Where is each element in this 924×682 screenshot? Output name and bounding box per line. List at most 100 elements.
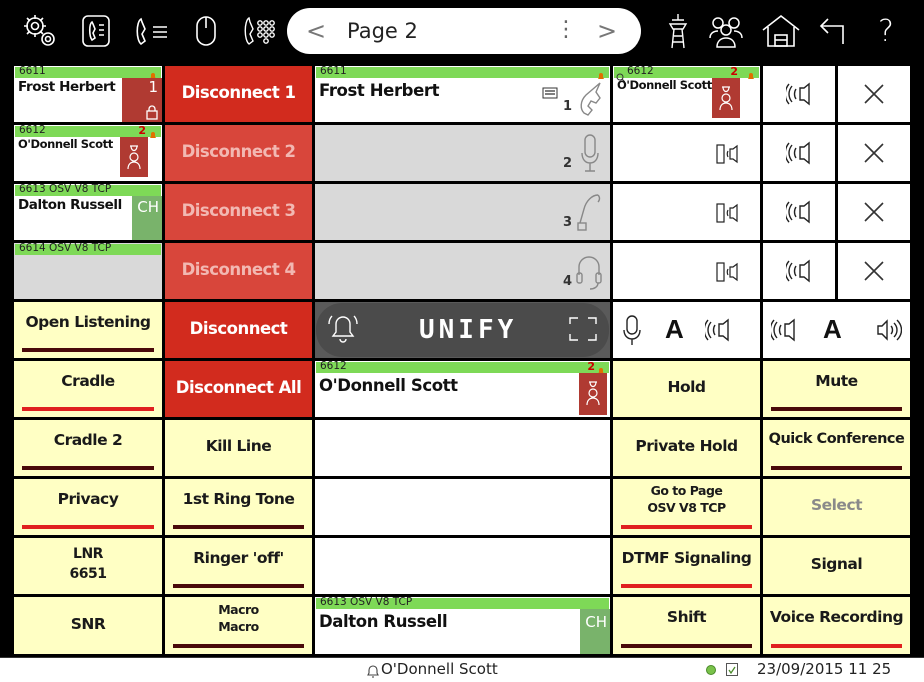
empty-line-slot[interactable]	[315, 538, 610, 594]
microphone-icon	[580, 133, 600, 177]
line-key-4[interactable]: 6614 OSV V8 TCP	[14, 243, 162, 299]
text-size-label: A	[823, 314, 842, 344]
conference-line-key[interactable]: 6612 O'Donnell Scott 2	[613, 66, 760, 122]
person-icon	[586, 381, 600, 406]
disconnect-1-button[interactable]: Disconnect 1	[165, 66, 312, 122]
first-ring-tone-button[interactable]: 1st Ring Tone	[165, 479, 312, 535]
line-name: O'Donnell Scott	[18, 137, 113, 151]
handset-line-3[interactable]: 3	[315, 184, 610, 240]
signal-button[interactable]: Signal	[763, 538, 910, 594]
speaker-small-icon	[716, 202, 742, 228]
cradle-button[interactable]: Cradle	[14, 361, 162, 417]
dtmf-signaling-button[interactable]: DTMF Signaling	[613, 538, 760, 594]
page-selector: < Page 2 ⋮ >	[287, 8, 641, 54]
settings-icon[interactable]	[18, 0, 62, 62]
speaker-button[interactable]	[763, 184, 835, 240]
close-button[interactable]	[838, 243, 910, 299]
home-icon[interactable]	[756, 0, 806, 62]
brand-panel: UNIFY	[315, 302, 610, 358]
dialpad-icon[interactable]	[236, 0, 284, 62]
disconnect-3-button[interactable]: Disconnect 3	[165, 184, 312, 240]
disconnect-all-button[interactable]: Disconnect All	[165, 361, 312, 417]
lock-icon	[146, 105, 158, 120]
line-number: 6613 OSV V8 TCP	[320, 597, 413, 608]
privacy-button[interactable]: Privacy	[14, 479, 162, 535]
quick-conference-button[interactable]: Quick Conference	[763, 420, 910, 476]
next-page-button[interactable]: >	[592, 8, 622, 54]
tower-icon[interactable]	[658, 0, 698, 62]
line-name: O'Donnell Scott	[319, 376, 458, 395]
close-button[interactable]	[838, 66, 910, 122]
speaker-button[interactable]	[763, 66, 835, 122]
line-key-2[interactable]: 6612 O'Donnell Scott 2	[14, 125, 162, 181]
handset-line-2[interactable]: 2	[315, 125, 610, 181]
handset-line-1[interactable]: 6611 Frost Herbert 1	[315, 66, 610, 122]
status-bar: O'Donnell Scott 23/09/2015 11 25	[0, 657, 924, 682]
line-name: Frost Herbert	[319, 81, 440, 100]
close-icon	[838, 66, 910, 122]
speaker-button[interactable]	[763, 243, 835, 299]
speaker-mic-button[interactable]	[613, 243, 760, 299]
speaker-mic-button[interactable]	[613, 184, 760, 240]
disconnect-button[interactable]: Disconnect	[165, 302, 312, 358]
kill-line-button[interactable]: Kill Line	[165, 420, 312, 476]
back-icon[interactable]	[812, 0, 856, 62]
audio-settings-mic[interactable]: A	[613, 302, 760, 358]
handset-line-4[interactable]: 4	[315, 243, 610, 299]
speaker-button[interactable]	[763, 125, 835, 181]
microphone-icon	[623, 314, 641, 350]
line-name: Dalton Russell	[319, 612, 448, 631]
lnr-button[interactable]: LNR 6651	[14, 538, 162, 594]
snr-button[interactable]: SNR	[14, 597, 162, 654]
line-number: 6612	[627, 66, 654, 77]
checkbox-icon[interactable]	[726, 663, 738, 676]
open-listening-button[interactable]: Open Listening	[14, 302, 162, 358]
speaker-icon	[763, 125, 835, 181]
select-button[interactable]: Select	[763, 479, 910, 535]
bell-icon	[148, 66, 158, 79]
group-icon[interactable]	[702, 0, 750, 62]
person-icon	[127, 145, 141, 170]
speaker-mic-button[interactable]	[613, 125, 760, 181]
close-button[interactable]	[838, 125, 910, 181]
prev-page-button[interactable]: <	[301, 8, 331, 54]
empty-line-slot[interactable]	[315, 479, 610, 535]
disconnect-4-button[interactable]: Disconnect 4	[165, 243, 312, 299]
close-button[interactable]	[838, 184, 910, 240]
line-key-3[interactable]: 6613 OSV V8 TCP Dalton Russell CH	[14, 184, 162, 240]
speaker-icon	[763, 66, 835, 122]
hold-button[interactable]: Hold	[613, 361, 760, 417]
handset-index: 1	[562, 99, 572, 114]
call-list-icon[interactable]	[126, 0, 176, 62]
phone-handset-icon[interactable]	[74, 0, 118, 62]
shift-button[interactable]: Shift	[613, 597, 760, 654]
line-number: 6613 OSV V8 TCP	[19, 184, 112, 195]
speaker-icon	[769, 318, 797, 346]
line-status-badge: 2	[712, 66, 740, 118]
page-menu-button[interactable]: ⋮	[555, 8, 577, 54]
disconnect-2-button[interactable]: Disconnect 2	[165, 125, 312, 181]
person-icon	[719, 86, 733, 111]
conference-line[interactable]: 6612 O'Donnell Scott 2	[315, 361, 610, 417]
private-hold-button[interactable]: Private Hold	[613, 420, 760, 476]
line-number: 6612	[320, 361, 347, 372]
empty-line-slot[interactable]	[315, 420, 610, 476]
ringer-off-button[interactable]: Ringer 'off'	[165, 538, 312, 594]
macro-button[interactable]: Macro Macro	[165, 597, 312, 654]
headset-icon	[576, 253, 602, 295]
top-toolbar: < Page 2 ⋮ > ?	[0, 0, 924, 62]
voice-recording-button[interactable]: Voice Recording	[763, 597, 910, 654]
fullscreen-icon[interactable]	[568, 316, 598, 346]
help-icon[interactable]: ?	[866, 0, 906, 62]
go-to-page-button[interactable]: Go to Page OSV V8 TCP	[613, 479, 760, 535]
line-key-bottom[interactable]: 6613 OSV V8 TCP Dalton Russell CH	[315, 597, 610, 654]
bell-icon[interactable]	[327, 312, 359, 350]
volume-icon	[876, 318, 903, 346]
mute-button[interactable]: Mute	[763, 361, 910, 417]
audio-settings-speaker[interactable]: A	[763, 302, 910, 358]
close-icon	[838, 125, 910, 181]
cradle-2-button[interactable]: Cradle 2	[14, 420, 162, 476]
mouse-icon[interactable]	[184, 0, 228, 62]
line-status-badge: 1	[122, 78, 162, 122]
line-key-1[interactable]: 6611 Frost Herbert 1	[14, 66, 162, 122]
